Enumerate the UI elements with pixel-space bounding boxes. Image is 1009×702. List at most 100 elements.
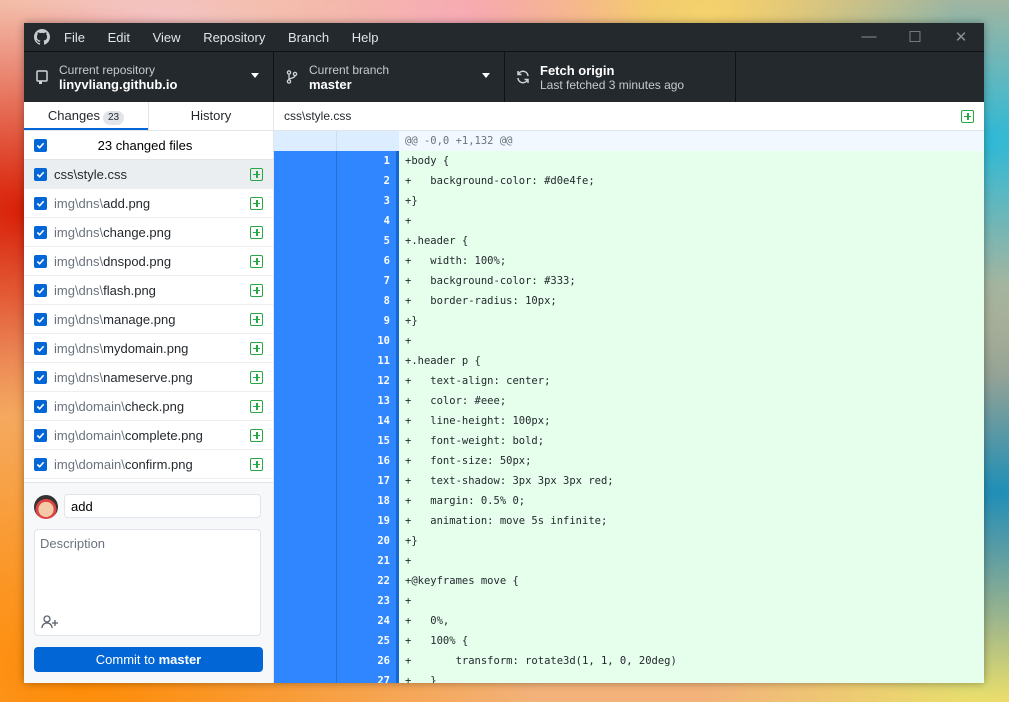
file-list-item[interactable]: img\dns\change.png [24,218,273,247]
code-line: + margin: 0.5% 0; [399,491,984,511]
tab-changes[interactable]: Changes 23 [24,102,148,130]
minimize-button[interactable]: — [846,28,892,46]
code-line: +} [399,311,984,331]
commit-button[interactable]: Commit to master [34,647,263,672]
branch-label: Current branch [309,62,390,77]
repository-selector[interactable]: Current repository linyvliang.github.io [24,52,274,102]
file-checkbox[interactable] [34,283,47,297]
file-path: img\domain\confirm.png [54,457,250,472]
file-path: img\dns\add.png [54,196,250,211]
diff-view[interactable]: @@ -0,0 +1,132 @@ 1 +body {2 + background-… [274,131,984,683]
select-all-checkbox[interactable] [34,138,47,152]
commit-description-field[interactable]: Description [34,529,261,636]
file-dir: img\dns\ [54,369,104,385]
file-name: change.png [103,224,172,240]
code-line: + line-height: 100px; [399,411,984,431]
file-list-item[interactable]: css\style.css [24,160,273,189]
file-checkbox[interactable] [34,312,47,326]
code-line: + background-color: #d0e4fe; [399,171,984,191]
added-file-icon [250,428,263,442]
maximize-button[interactable]: ☐ [892,28,938,46]
file-dir: img\domain\ [54,456,125,472]
file-list-item[interactable]: img\dns\dnspod.png [24,247,273,276]
old-line-number [274,531,337,551]
file-checkbox[interactable] [34,457,47,471]
new-line-number: 7 [337,271,396,291]
file-list-item[interactable]: img\dns\add.png [24,189,273,218]
diff-line: 12 + text-align: center; [274,371,984,391]
file-path: img\dns\nameserve.png [54,370,250,385]
new-line-number: 12 [337,371,396,391]
description-placeholder: Description [40,536,106,551]
added-file-icon [250,196,263,210]
diff-line: 14 + line-height: 100px; [274,411,984,431]
close-button[interactable]: ✕ [938,28,984,46]
diff-line: 2 + background-color: #d0e4fe; [274,171,984,191]
add-coauthor-icon[interactable] [41,615,59,629]
code-line: + [399,551,984,571]
diff-line: 26 + transform: rotate3d(1, 1, 0, 20deg) [274,651,984,671]
file-path: img\domain\complete.png [54,428,250,443]
code-line: + 0%, [399,611,984,631]
sync-icon [516,70,530,84]
file-dir: img\dns\ [54,311,104,327]
file-list-item[interactable]: img\dns\mydomain.png [24,334,273,363]
new-line-number: 19 [337,511,396,531]
code-line: + animation: move 5s infinite; [399,511,984,531]
added-file-icon [961,109,974,123]
menu-repository[interactable]: Repository [203,30,265,45]
diff-line: 18 + margin: 0.5% 0; [274,491,984,511]
file-checkbox[interactable] [34,254,47,268]
file-name: flash.png [103,282,156,298]
file-checkbox[interactable] [34,370,47,384]
file-checkbox[interactable] [34,225,47,239]
added-file-icon [250,370,263,384]
added-file-icon [250,283,263,297]
diff-line: 22 +@keyframes move { [274,571,984,591]
diff-file-path: css\style.css [284,109,352,123]
file-checkbox[interactable] [34,399,47,413]
menu-help[interactable]: Help [352,30,379,45]
file-list-item[interactable]: img\dns\flash.png [24,276,273,305]
code-line: +body { [399,151,984,171]
new-line-number: 6 [337,251,396,271]
repo-label: Current repository [59,62,156,77]
menu-view[interactable]: View [153,30,181,45]
file-list-item[interactable]: img\dns\manage.png [24,305,273,334]
diff-line: 24 + 0%, [274,611,984,631]
changed-files-count: 23 changed files [97,137,193,153]
file-path: css\style.css [54,167,250,182]
file-list-item[interactable]: img\domain\confirm.png [24,450,273,479]
menu-file[interactable]: File [64,30,85,45]
code-line: + color: #eee; [399,391,984,411]
file-checkbox[interactable] [34,428,47,442]
branch-selector[interactable]: Current branch master [274,52,505,102]
file-list-item[interactable]: img\domain\complete.png [24,421,273,450]
diff-line: 9 +} [274,311,984,331]
diff-line: 13 + color: #eee; [274,391,984,411]
file-dir: img\dns\ [54,224,104,240]
file-list-item[interactable]: img\dns\nameserve.png [24,363,273,392]
new-line-number: 10 [337,331,396,351]
new-line-number: 16 [337,451,396,471]
file-list-item[interactable]: img\domain\check.png [24,392,273,421]
file-checkbox[interactable] [34,341,47,355]
file-checkbox[interactable] [34,196,47,210]
file-list: css\style.css img\dns\add.png img\dns\chan… [24,160,273,479]
diff-line: 23 + [274,591,984,611]
code-line: + font-weight: bold; [399,431,984,451]
file-name: dnspod.png [103,253,172,269]
file-name: css\style.css [54,166,127,182]
new-line-number: 15 [337,431,396,451]
menu-edit[interactable]: Edit [108,30,130,45]
file-name: confirm.png [124,456,193,472]
tab-history[interactable]: History [148,102,273,130]
sidebar: Changes 23 History 23 changed files css\s… [24,102,274,683]
commit-summary-input[interactable]: add [64,494,261,518]
fetch-origin-button[interactable]: Fetch origin Last fetched 3 minutes ago [505,52,736,102]
new-line-number: 9 [337,311,396,331]
file-checkbox[interactable] [34,167,47,181]
avatar [34,495,58,519]
menu-branch[interactable]: Branch [288,30,329,45]
file-path: img\dns\dnspod.png [54,254,250,269]
